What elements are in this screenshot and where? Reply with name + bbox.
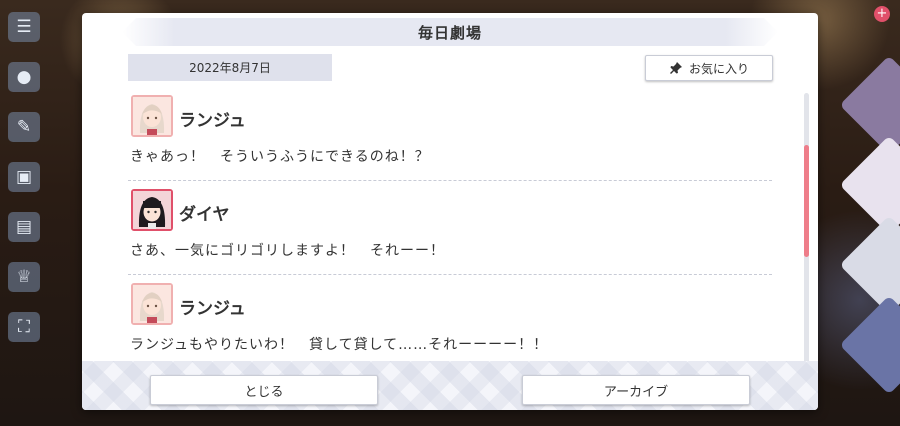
present-icon[interactable]: ▣ [8,162,40,192]
add-currency-icon[interactable]: + [874,6,890,22]
lanzhu-avatar [131,95,173,137]
dialog-title: 毎日劇場 [417,23,482,42]
fullscreen-icon[interactable]: ⛶ [8,312,40,342]
dialogue-list[interactable]: ランジュ きゃあっ！ そういうふうにできるのね！？ ダイヤ さあ、一気にゴリゴリ… [128,90,772,372]
left-menu-rail: ☰ ● ✎ ▣ ▤ ♕ ⛶ [0,0,50,426]
lanzhu-avatar [131,283,173,325]
speaker-name: ダイヤ [179,205,230,225]
speaker-name: ランジュ [179,111,246,131]
character-portrait-icon [133,97,171,135]
character-portrait-icon [133,191,171,229]
dialogue-entry: ダイヤ さあ、一気にゴリゴリしますよ！ それーー！ [128,184,772,278]
menu-tile[interactable] [839,295,900,395]
speaker-name: ランジュ [179,299,246,319]
scrollbar[interactable] [804,93,809,371]
favorite-button[interactable]: お気に入り [645,55,773,81]
dialog-title-bar: 毎日劇場 [122,18,778,46]
mission-icon[interactable]: ✎ [8,112,40,142]
dialogue-entry: ランジュ きゃあっ！ そういうふうにできるのね！？ [128,90,772,184]
scrollbar-thumb[interactable] [804,145,809,257]
notice-icon[interactable]: ▤ [8,212,40,242]
daily-theater-dialog: 毎日劇場 2022年8月7日 お気に入り ランジュ きゃあっ！ そういうふうにで… [82,13,818,410]
date-label: 2022年8月7日 [128,54,332,81]
archive-button[interactable]: アーカイブ [522,375,750,405]
dialogue-line: ランジュもやりたいわ！ 貸して貸して……それーーーー！！ [130,337,549,353]
close-button[interactable]: とじる [150,375,378,405]
dialogue-line: きゃあっ！ そういうふうにできるのね！？ [130,149,430,165]
dia-avatar [131,189,173,231]
pin-icon [669,62,682,74]
right-menu-deco: + [814,0,900,426]
menu-icon[interactable]: ☰ [8,12,40,42]
character-portrait-icon [133,285,171,323]
dialogue-entry: ランジュ ランジュもやりたいわ！ 貸して貸して……それーーーー！！ [128,278,772,372]
favorite-label: お気に入り [688,61,749,76]
dialogue-line: さあ、一気にゴリゴリしますよ！ それーー！ [130,243,445,259]
trophy-icon[interactable]: ♕ [8,262,40,292]
dialog-footer: とじる アーカイブ [82,361,818,410]
chat-icon[interactable]: ● [8,62,40,92]
